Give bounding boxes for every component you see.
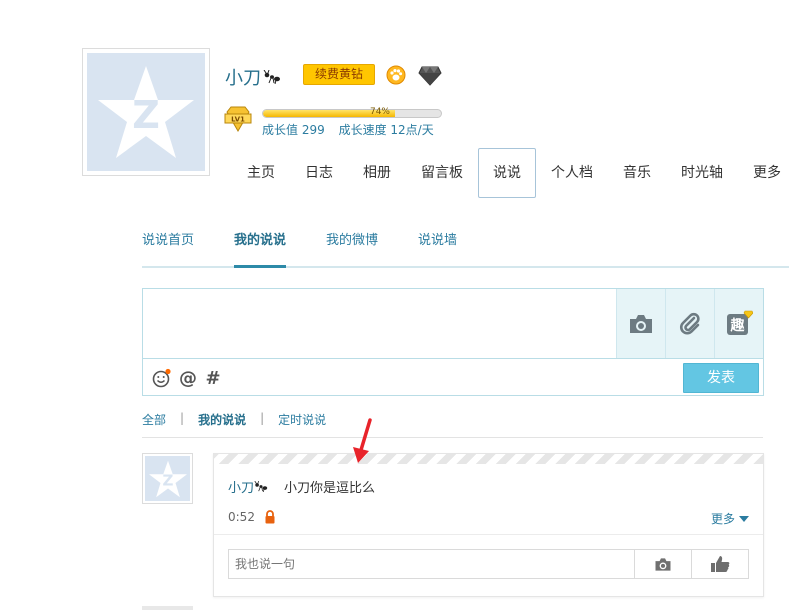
card-divider (214, 534, 763, 535)
tab-my-shuoshuo[interactable]: 我的说说 (234, 222, 287, 268)
filter-all[interactable]: 全部 (142, 411, 166, 437)
caret-down-icon (739, 515, 749, 522)
composer-tools: 趣 (616, 289, 763, 358)
emoji-button[interactable] (152, 368, 172, 388)
level-badge-text: LV1 (231, 116, 245, 124)
nav-item-blog[interactable]: 日志 (290, 148, 348, 198)
main-nav: 主页 日志 相册 留言板 说说 个人档 音乐 时光轴 更多 (232, 148, 789, 198)
hashtag-icon: # (205, 367, 221, 389)
profile-username[interactable]: 小刀 (225, 64, 281, 90)
emoji-icon (152, 368, 171, 388)
feed-author-avatar[interactable]: Z (142, 453, 193, 504)
filter-scheduled[interactable]: 定时说说 (278, 411, 326, 437)
post-author-name[interactable]: 小刀 (228, 477, 254, 496)
composer-textarea[interactable] (143, 289, 617, 358)
tab-my-weibo[interactable]: 我的微博 (326, 222, 378, 268)
reply-photo-button[interactable] (634, 550, 691, 578)
post-filter-row: 全部 | 我的说说 | 定时说说 (142, 411, 763, 438)
nav-item-profile[interactable]: 个人档 (536, 148, 608, 198)
svg-text:Z: Z (162, 471, 173, 489)
camera-icon (655, 557, 671, 571)
post-time[interactable]: 0:52 (228, 510, 255, 524)
post-composer: 趣 @ # 发表 (142, 288, 764, 396)
growth-info: 成长值 299 成长速度 12点/天 (262, 121, 444, 138)
annotation-arrow-icon (353, 418, 372, 463)
growth-progress-percent: 74% (369, 107, 390, 117)
camera-icon (630, 314, 652, 333)
nav-item-timeline[interactable]: 时光轴 (666, 148, 738, 198)
fun-tool-button[interactable]: 趣 (714, 289, 763, 358)
ant-icon (263, 70, 280, 84)
fun-icon: 趣 (727, 310, 753, 335)
shuoshuo-sub-tabs: 说说首页 我的说说 我的微博 说说墙 (142, 222, 789, 268)
nav-item-home[interactable]: 主页 (232, 148, 290, 198)
post-content: 小刀你是逗比么 (284, 481, 376, 496)
ant-icon (254, 481, 268, 492)
growth-progress-bar (262, 109, 442, 118)
level-badge-icon[interactable]: LV1 (224, 106, 252, 132)
qq-star-icon: Z (98, 66, 194, 158)
qq-star-icon: Z (148, 460, 187, 497)
post-more-menu[interactable]: 更多 (711, 510, 749, 527)
thumbs-up-icon (711, 556, 730, 572)
reply-like-button[interactable] (691, 550, 748, 578)
attachment-tool-button[interactable] (665, 289, 714, 358)
nav-item-music[interactable]: 音乐 (608, 148, 666, 198)
paw-icon[interactable] (386, 65, 406, 85)
post-author[interactable]: 小刀 (228, 477, 268, 496)
nav-item-more[interactable]: 更多 (738, 148, 789, 198)
hashtag-button[interactable]: # (203, 367, 223, 389)
profile-avatar[interactable]: Z (82, 48, 210, 176)
feed-post-card: 小刀 小刀你是逗比么 0:52 更多 (213, 453, 764, 597)
nav-item-message-board[interactable]: 留言板 (406, 148, 478, 198)
reply-input[interactable] (229, 550, 634, 578)
filter-separator: | (260, 411, 265, 425)
reply-row (228, 549, 749, 579)
mention-button[interactable]: @ (178, 367, 198, 389)
attachment-icon (680, 312, 700, 334)
next-feed-avatar-edge (142, 606, 193, 610)
mention-icon: @ (179, 367, 197, 389)
photo-tool-button[interactable] (616, 289, 665, 358)
feed-avatar-placeholder: Z (145, 456, 190, 501)
card-top-stripe (214, 454, 763, 464)
filter-separator: | (180, 411, 185, 425)
diamond-icon[interactable] (418, 66, 442, 86)
nav-item-album[interactable]: 相册 (348, 148, 406, 198)
filter-my-shuoshuo[interactable]: 我的说说 (198, 411, 246, 437)
lock-icon (265, 510, 275, 524)
tab-shuoshuo-home[interactable]: 说说首页 (142, 222, 194, 268)
growth-speed[interactable]: 成长速度 12点/天 (339, 123, 434, 137)
tab-shuoshuo-wall[interactable]: 说说墙 (418, 222, 457, 268)
renew-yellow-diamond-button[interactable]: 续费黄钻 (303, 64, 375, 85)
composer-bottom-bar: @ # 发表 (143, 358, 763, 396)
post-more-label: 更多 (710, 512, 735, 526)
avatar-placeholder: Z (87, 53, 205, 171)
username-text[interactable]: 小刀 (225, 64, 261, 90)
growth-value[interactable]: 成长值 299 (262, 123, 325, 137)
fun-icon-text: 趣 (730, 317, 746, 334)
nav-item-shuoshuo[interactable]: 说说 (478, 148, 536, 198)
svg-text:Z: Z (132, 93, 160, 137)
publish-button[interactable]: 发表 (683, 363, 759, 393)
